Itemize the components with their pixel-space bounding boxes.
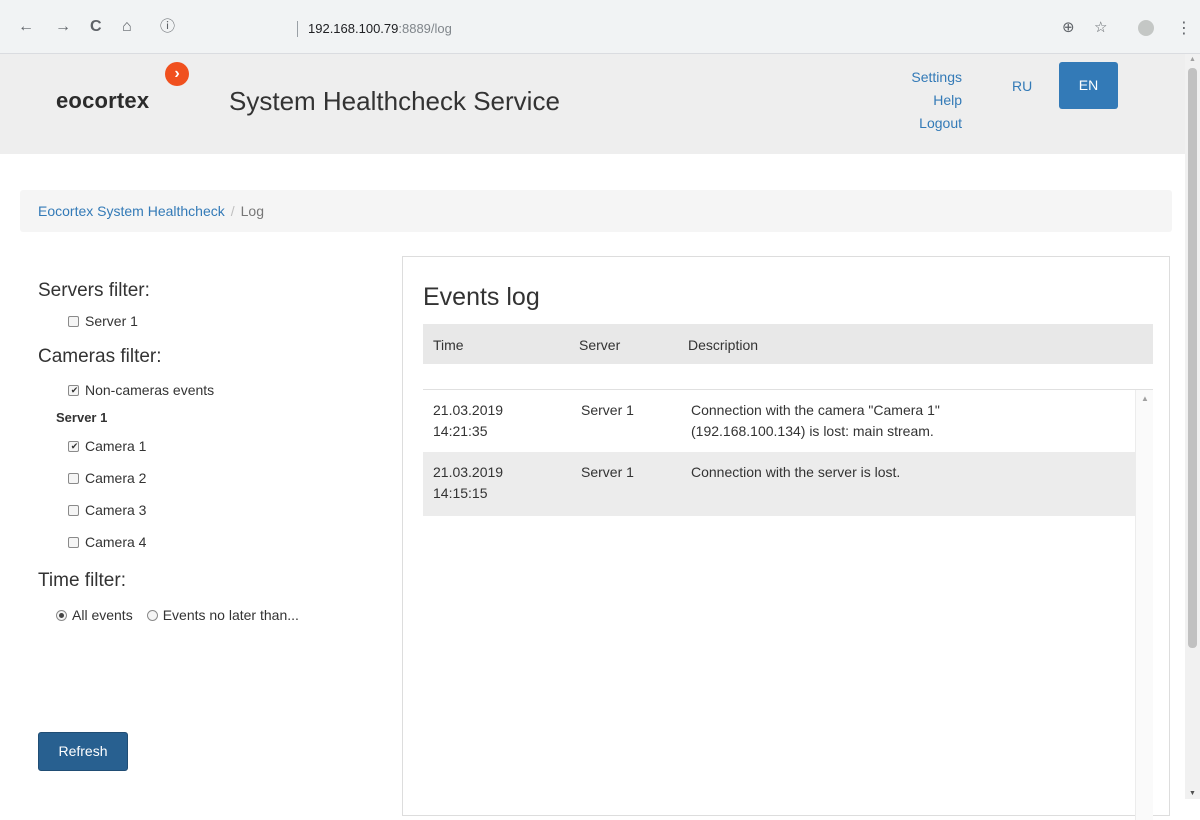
camera-2-checkbox[interactable] (68, 472, 79, 484)
camera-1-label: Camera 1 (85, 438, 147, 454)
site-header: eocortex › System Healthcheck Service Se… (0, 54, 1185, 154)
camera-2-filter[interactable]: Camera 2 (38, 462, 398, 494)
event-time: 14:21:35 (433, 423, 488, 439)
event-server: Server 1 (581, 464, 634, 480)
table-row: 21.03.2019 14:15:15 Server 1 Connection … (423, 452, 1135, 516)
zoom-icon[interactable]: ⊕ (1062, 18, 1075, 36)
server-1-label: Server 1 (85, 313, 138, 329)
logo-arrow-icon: › (165, 62, 189, 86)
back-icon[interactable]: ← (18, 18, 34, 36)
events-no-later-label: Events no later than... (162, 607, 299, 623)
settings-link[interactable]: Settings (870, 66, 962, 89)
home-icon[interactable]: ⌂ (122, 18, 132, 36)
logout-link[interactable]: Logout (870, 112, 962, 135)
events-table-body[interactable]: 21.03.2019 14:21:35 Server 1 Connection … (423, 389, 1153, 820)
event-time: 14:15:15 (433, 485, 488, 501)
cameras-filter-heading: Cameras filter: (38, 346, 162, 367)
menu-icon[interactable]: ⋮ (1176, 18, 1192, 38)
column-server: Server (579, 337, 621, 353)
event-description-line: Connection with the camera "Camera 1" (691, 402, 940, 418)
page-scrollbar[interactable]: ▲ ▼ (1185, 54, 1200, 799)
page-scroll-up-icon[interactable]: ▲ (1189, 56, 1196, 63)
event-server: Server 1 (581, 402, 634, 418)
server-group-label: Server 1 (56, 410, 108, 425)
servers-filter-heading: Servers filter: (38, 280, 150, 301)
breadcrumb: Eocortex System Healthcheck / Log (20, 190, 1172, 232)
reload-icon[interactable]: C (90, 18, 102, 36)
page-scroll-down-icon[interactable]: ▼ (1189, 790, 1196, 797)
column-time: Time (433, 337, 464, 353)
camera-1-checkbox[interactable] (68, 440, 80, 452)
info-icon[interactable]: ⓘ (160, 18, 175, 36)
camera-3-filter[interactable]: Camera 3 (38, 494, 398, 526)
all-events-label: All events (72, 607, 133, 623)
breadcrumb-home-link[interactable]: Eocortex System Healthcheck (38, 203, 225, 219)
time-filter-heading: Time filter: (38, 570, 126, 591)
events-panel: Events log Time Server Description 21.03… (402, 256, 1170, 820)
scroll-up-icon[interactable]: ▲ (1141, 394, 1149, 403)
filters-panel: Servers filter: Server 1 Cameras filter:… (38, 280, 398, 630)
browser-toolbar: ← → C ⌂ ⓘ 192.168.100.79:8889/log ⊕ ☆ ⋮ (0, 0, 1200, 54)
page-scroll-thumb[interactable] (1188, 68, 1197, 648)
camera-3-label: Camera 3 (85, 502, 147, 518)
lang-en-button[interactable]: EN (1059, 62, 1118, 109)
lang-ru-link[interactable]: RU (1012, 78, 1032, 94)
events-title: Events log (423, 283, 540, 311)
help-link[interactable]: Help (870, 89, 962, 112)
logo[interactable]: eocortex (56, 88, 149, 114)
url-host: 192.168.100.79 (308, 21, 399, 36)
camera-3-checkbox[interactable] (68, 504, 79, 516)
url-path: :8889/log (398, 21, 452, 36)
address-bar[interactable]: 192.168.100.79:8889/log (308, 21, 452, 36)
events-no-later-radio[interactable] (146, 609, 158, 621)
camera-2-label: Camera 2 (85, 470, 147, 486)
profile-avatar-icon[interactable] (1138, 20, 1154, 36)
table-row: 21.03.2019 14:21:35 Server 1 Connection … (423, 390, 1135, 452)
app-title: System Healthcheck Service (229, 86, 560, 116)
url-divider (297, 21, 298, 37)
camera-4-label: Camera 4 (85, 534, 147, 550)
camera-1-filter[interactable]: Camera 1 (38, 430, 398, 462)
events-table-header: Time Server Description (423, 324, 1153, 364)
all-events-radio[interactable] (56, 609, 67, 621)
breadcrumb-separator: / (230, 203, 235, 219)
non-cameras-label: Non-cameras events (85, 382, 215, 398)
event-date: 21.03.2019 (433, 402, 504, 418)
server-1-filter[interactable]: Server 1 (38, 306, 398, 336)
event-description-line: Connection with the server is lost. (691, 464, 901, 480)
table-scrollbar[interactable]: ▲ (1135, 390, 1153, 820)
time-options: All events Events no later than... (38, 600, 398, 630)
camera-4-filter[interactable]: Camera 4 (38, 526, 398, 558)
breadcrumb-current: Log (240, 203, 264, 219)
refresh-button[interactable]: Refresh (38, 732, 128, 771)
top-links: Settings Help Logout (870, 66, 962, 135)
column-description: Description (688, 337, 759, 353)
event-description-line: (192.168.100.134) is lost: main stream. (691, 423, 934, 439)
star-icon[interactable]: ☆ (1094, 18, 1107, 36)
event-date: 21.03.2019 (433, 464, 504, 480)
forward-icon[interactable]: → (55, 18, 71, 36)
non-cameras-filter[interactable]: Non-cameras events (38, 374, 398, 406)
non-cameras-checkbox[interactable] (68, 384, 80, 396)
camera-4-checkbox[interactable] (68, 536, 79, 548)
server-1-checkbox[interactable] (68, 315, 79, 327)
